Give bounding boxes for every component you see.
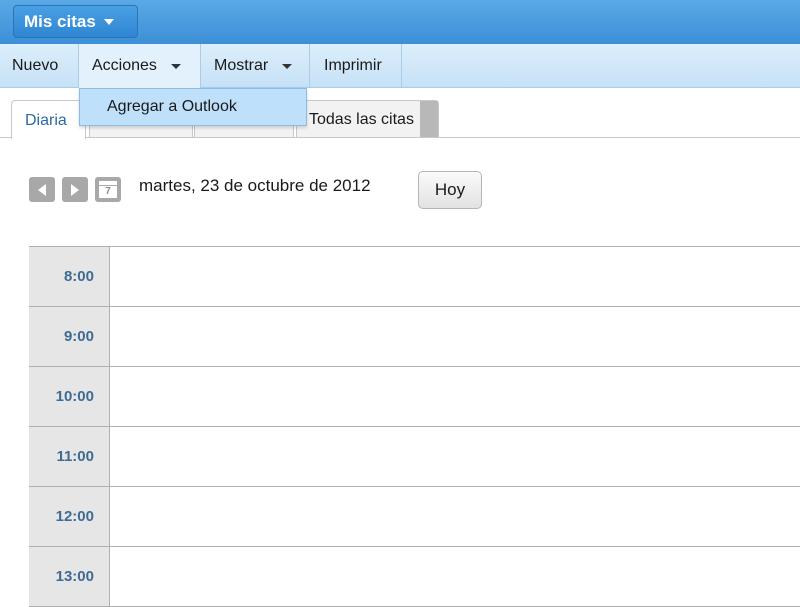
calendar-icon: 7 — [99, 186, 117, 198]
arrow-right-icon — [71, 183, 79, 196]
menu-new-label: Nuevo — [12, 57, 59, 74]
time-slot[interactable] — [110, 247, 800, 306]
tabs-divider — [0, 137, 800, 138]
hour-label: 8:00 — [29, 247, 110, 306]
time-slot[interactable] — [110, 307, 800, 366]
hour-row: 8:00 — [29, 247, 800, 307]
chevron-down-icon — [170, 63, 181, 69]
menu-show-label: Mostrar — [214, 57, 269, 74]
tab-daily[interactable]: Diaria — [11, 100, 86, 139]
hour-row: 9:00 — [29, 307, 800, 367]
calendar-icon-top — [99, 181, 117, 185]
hour-row: 12:00 — [29, 487, 800, 547]
menu-print-label: Imprimir — [324, 57, 382, 74]
tab-all-appointments-label: Todas las citas — [309, 111, 414, 128]
hour-label: 10:00 — [29, 367, 110, 426]
date-picker-button[interactable]: 7 — [95, 177, 121, 202]
today-button[interactable]: Hoy — [418, 171, 482, 209]
time-slot[interactable] — [110, 427, 800, 486]
tab-all-appointments[interactable]: Todas las citas — [296, 100, 439, 138]
dropdown-item-label: Agregar a Outlook — [107, 98, 237, 115]
menu-show[interactable]: Mostrar — [201, 44, 310, 88]
calendar-selector-label: Mis citas — [24, 11, 96, 31]
hour-label: 12:00 — [29, 487, 110, 546]
previous-day-button[interactable] — [29, 177, 55, 202]
hour-label: 11:00 — [29, 427, 110, 486]
day-schedule-grid: 8:00 9:00 10:00 11:00 12:00 13:00 — [29, 246, 800, 607]
menu-actions[interactable]: Acciones — [79, 44, 201, 88]
arrow-left-icon — [38, 183, 46, 196]
today-button-label: Hoy — [434, 180, 466, 199]
tab-daily-label: Diaria — [25, 112, 67, 129]
time-slot[interactable] — [110, 547, 800, 606]
menu-bar: Nuevo Acciones Mostrar Imprimir — [0, 44, 800, 88]
chevron-down-icon — [282, 63, 293, 69]
actions-dropdown: Agregar a Outlook — [79, 88, 307, 126]
hour-row: 13:00 — [29, 547, 800, 607]
time-slot[interactable] — [110, 487, 800, 546]
dropdown-item-add-to-outlook[interactable]: Agregar a Outlook — [80, 89, 306, 125]
hour-label: 9:00 — [29, 307, 110, 366]
hour-row: 11:00 — [29, 427, 800, 487]
next-day-button[interactable] — [62, 177, 88, 202]
chevron-down-icon — [103, 18, 114, 25]
time-slot[interactable] — [110, 367, 800, 426]
menu-print[interactable]: Imprimir — [310, 44, 402, 88]
current-date: martes, 23 de octubre de 2012 — [139, 176, 371, 195]
hour-label: 13:00 — [29, 547, 110, 606]
tab-scroll-handle[interactable] — [420, 101, 438, 138]
app-header: Mis citas — [0, 0, 800, 44]
menu-actions-label: Acciones — [92, 57, 157, 74]
menu-new[interactable]: Nuevo — [0, 44, 79, 88]
hour-row: 10:00 — [29, 367, 800, 427]
calendar-selector-button[interactable]: Mis citas — [13, 5, 138, 38]
